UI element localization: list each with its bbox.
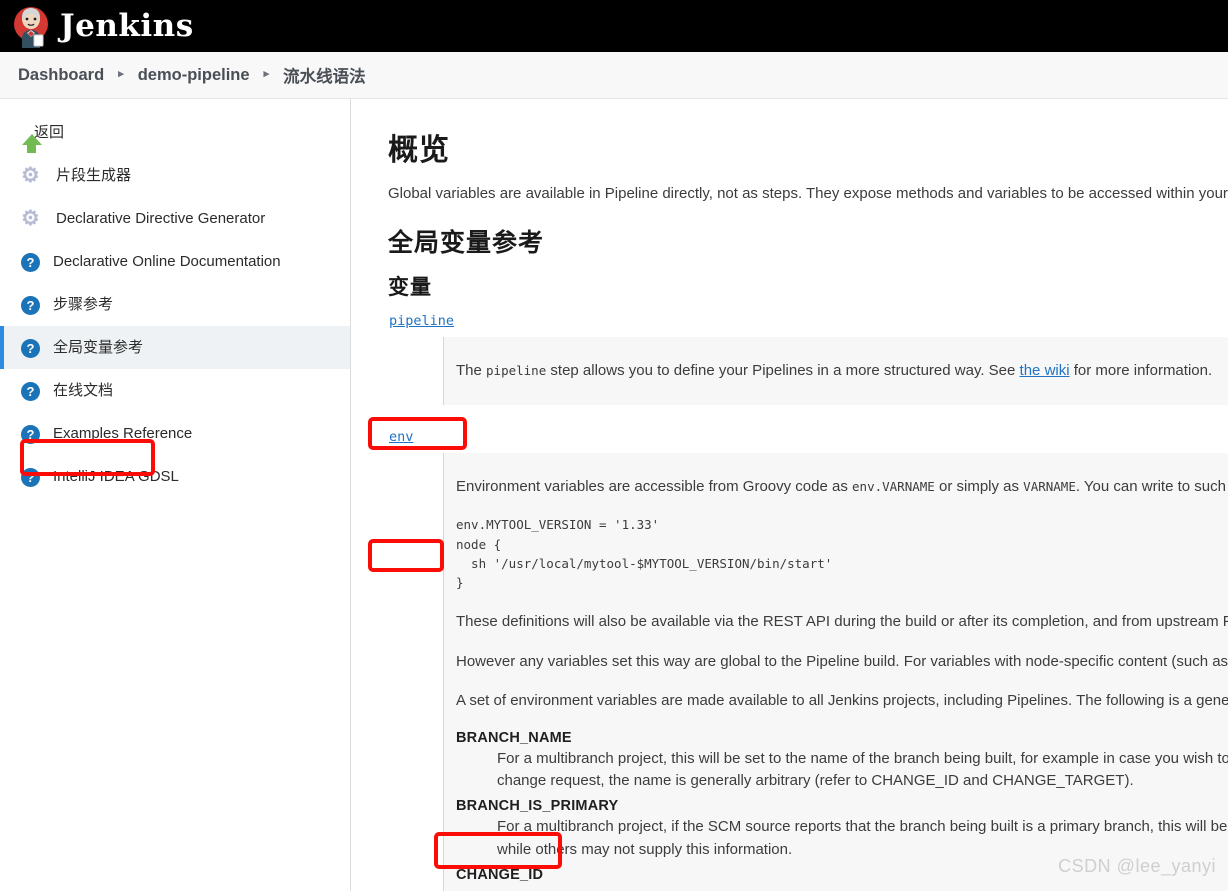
variable-link-pipeline[interactable]: pipeline <box>388 311 455 331</box>
sidebar-item-intellij-idea-gdsl[interactable]: ? IntelliJ IDEA GDSL <box>0 455 350 498</box>
jenkins-butler-logo-icon[interactable] <box>10 4 52 48</box>
sidebar-item-declarative-directive-generator[interactable]: ⚙ Declarative Directive Generator <box>0 197 350 240</box>
sidebar-item-snippet-generator[interactable]: ⚙ 片段生成器 <box>0 154 350 197</box>
help-circle-icon: ? <box>21 382 40 401</box>
variable-entry-pipeline: pipeline <box>388 311 1228 337</box>
env-paragraph-general-list: A set of environment variables are made … <box>456 692 1228 710</box>
sidebar-item-online-docs[interactable]: ? 在线文档 <box>0 369 350 412</box>
text-fragment: for more information. <box>1069 361 1213 379</box>
sidebar: 返回 ⚙ 片段生成器 ⚙ Declarative Directive Gener… <box>0 99 351 891</box>
text-fragment: or simply as <box>934 477 1024 495</box>
inline-code-varname: VARNAME <box>1023 478 1076 494</box>
sidebar-item-label: Examples Reference <box>53 425 193 442</box>
text-fragment: step allows you to define your Pipelines… <box>546 361 1020 379</box>
breadcrumb-item-dashboard[interactable]: Dashboard <box>18 66 104 85</box>
sidebar-item-steps-reference[interactable]: ? 步骤参考 <box>0 283 350 326</box>
sidebar-item-declarative-online-documentation[interactable]: ? Declarative Online Documentation <box>0 240 350 283</box>
sidebar-item-global-variable-reference[interactable]: ? 全局变量参考 <box>0 326 350 369</box>
text-fragment: . You can write to such properti <box>1075 477 1228 495</box>
wiki-link[interactable]: the wiki <box>1020 362 1070 379</box>
description-line: For a multibranch project, if the SCM so… <box>497 818 1228 836</box>
sidebar-item-examples-reference[interactable]: ? Examples Reference <box>0 412 350 455</box>
page-body: 返回 ⚙ 片段生成器 ⚙ Declarative Directive Gener… <box>0 99 1228 891</box>
app-header: Jenkins <box>0 0 1228 52</box>
env-code-sample: env.MYTOOL_VERSION = '1.33' node { sh '/… <box>456 517 833 591</box>
variable-entry-env: env <box>388 427 1228 453</box>
env-description-paragraph: Environment variables are accessible fro… <box>456 476 1228 498</box>
env-var-term-branch-name: BRANCH_NAME <box>456 730 572 746</box>
sidebar-item-label: 片段生成器 <box>56 167 132 184</box>
breadcrumb-separator-icon: ▸ <box>263 67 270 80</box>
gear-icon: ⚙ <box>21 163 40 187</box>
breadcrumb: Dashboard ▸ demo-pipeline ▸ 流水线语法 <box>0 52 1228 99</box>
section-title-global-variable-reference: 全局变量参考 <box>388 228 545 257</box>
variable-description-pipeline: The pipeline step allows you to define y… <box>443 336 1228 405</box>
sidebar-item-label: Declarative Directive Generator <box>56 210 266 227</box>
gear-icon: ⚙ <box>21 206 40 230</box>
intro-paragraph: Global variables are available in Pipeli… <box>388 185 1228 202</box>
watermark: CSDN @lee_yanyi <box>1058 856 1216 876</box>
variable-description-env: Environment variables are accessible fro… <box>443 452 1228 891</box>
sidebar-item-label: 在线文档 <box>53 382 114 399</box>
text-fragment: The <box>456 361 487 379</box>
help-circle-icon: ? <box>21 425 40 444</box>
pipeline-description-paragraph: The pipeline step allows you to define y… <box>456 360 1228 382</box>
sidebar-item-label: IntelliJ IDEA GDSL <box>53 468 179 485</box>
breadcrumb-item-pipeline-syntax[interactable]: 流水线语法 <box>283 63 366 87</box>
help-circle-icon: ? <box>21 253 40 272</box>
inline-code-pipeline: pipeline <box>486 362 547 378</box>
subsection-title-variables: 变量 <box>388 275 432 299</box>
env-var-term-branch-is-primary: BRANCH_IS_PRIMARY <box>456 798 619 815</box>
description-line: change request, the name is generally ar… <box>497 772 1134 790</box>
help-circle-icon: ? <box>21 339 40 358</box>
inline-code-env-varname: env.VARNAME <box>852 478 935 494</box>
app-title[interactable]: Jenkins <box>60 10 194 42</box>
sidebar-item-label: Declarative Online Documentation <box>53 253 281 270</box>
text-fragment: Environment variables are accessible fro… <box>456 477 853 495</box>
sidebar-item-label: 步骤参考 <box>53 296 114 313</box>
env-paragraph-rest-api: These definitions will also be available… <box>456 612 1228 630</box>
help-circle-icon: ? <box>21 468 40 487</box>
sidebar-item-label: 全局变量参考 <box>53 339 144 356</box>
page-title: 概览 <box>388 134 450 167</box>
description-line: For a multibranch project, this will be … <box>497 750 1228 767</box>
breadcrumb-item-demo-pipeline[interactable]: demo-pipeline <box>138 66 250 85</box>
variable-link-env[interactable]: env <box>388 427 414 447</box>
help-circle-icon: ? <box>21 296 40 315</box>
env-var-description-branch-is-primary: For a multibranch project, if the SCM so… <box>497 816 1228 860</box>
env-var-description-branch-name: For a multibranch project, this will be … <box>497 748 1228 792</box>
breadcrumb-separator-icon: ▸ <box>118 67 124 80</box>
main-content: 概览 Global variables are available in Pip… <box>351 99 1228 891</box>
env-paragraph-global-vars: However any variables set this way are g… <box>456 652 1228 670</box>
sidebar-item-back[interactable]: 返回 <box>0 111 350 154</box>
